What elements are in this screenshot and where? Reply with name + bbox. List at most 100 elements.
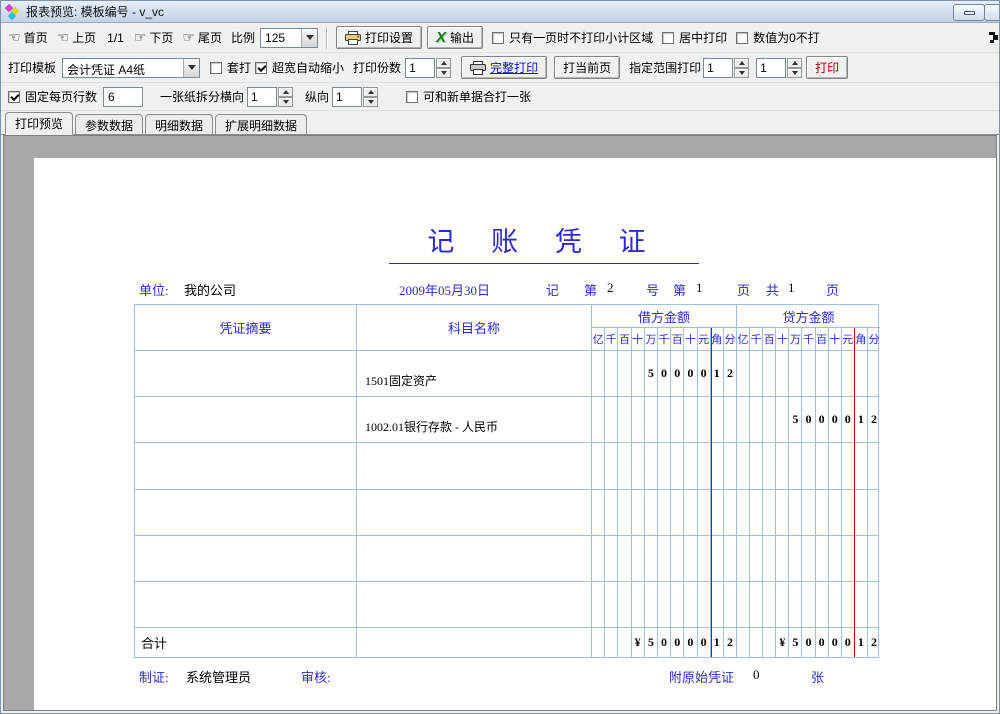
debit-digits-row-5 <box>592 582 737 627</box>
range-from-stepper[interactable] <box>703 58 749 78</box>
spin-up-icon[interactable] <box>787 58 802 68</box>
chevron-down-icon[interactable] <box>183 59 199 77</box>
spin-down-icon[interactable] <box>363 97 378 107</box>
digit-cell <box>592 351 605 396</box>
digit-cell <box>789 351 802 396</box>
split-v-stepper[interactable] <box>332 87 378 107</box>
export-button[interactable]: X 输出 <box>427 26 483 49</box>
range-from-input[interactable] <box>703 58 733 78</box>
full-print-button[interactable]: 完整打印 <box>461 56 547 79</box>
checkbox-combine-print[interactable]: 可和新单据合打一张 <box>406 88 531 105</box>
total-credit-digit <box>750 628 763 657</box>
digit-cell: 0 <box>802 397 815 442</box>
checkbox-autoshrink[interactable]: 超宽自动缩小 <box>255 59 344 76</box>
tab-2-明细数据[interactable]: 明细数据 <box>145 114 213 134</box>
digit-cell <box>816 582 829 627</box>
total-credit-digit: 0 <box>816 628 829 657</box>
last-page-button[interactable]: ☞ 尾页 <box>182 29 222 46</box>
debit-unit-元: 元 <box>698 328 711 350</box>
summary-cell <box>135 536 357 581</box>
digit-cell: 1 <box>855 397 868 442</box>
digit-cell <box>645 443 658 488</box>
toolbar-print: 打印模板 会计凭证 A4纸 套打 超宽自动缩小 打印份数 完整打印 打当前页 指… <box>1 53 999 83</box>
spin-down-icon[interactable] <box>787 68 802 78</box>
voucher-info-line: 单位: 我的公司 2009年05月30日 记 第 2 号 第 1 页 共 1 页 <box>34 280 997 298</box>
prev-page-button[interactable]: ☜ 上页 <box>57 29 97 46</box>
digit-cell <box>605 351 618 396</box>
spin-down-icon[interactable] <box>734 68 749 78</box>
digit-cell <box>855 536 868 581</box>
split-h-stepper[interactable] <box>247 87 293 107</box>
spin-up-icon[interactable] <box>363 87 378 97</box>
range-to-input[interactable] <box>756 58 786 78</box>
total-pages: 1 <box>788 280 795 296</box>
digit-cell <box>618 351 631 396</box>
digit-cell <box>842 536 855 581</box>
checkbox-zero-skip[interactable]: 数值为0不打 <box>736 29 820 46</box>
first-page-button[interactable]: ☜ 首页 <box>8 29 48 46</box>
credit-unit-百: 百 <box>816 328 829 350</box>
checkbox-no-subtotal[interactable]: 只有一页时不打印小计区域 <box>492 29 653 46</box>
digit-cell <box>698 490 711 535</box>
digit-cell <box>592 490 605 535</box>
checkbox-fixed-rows[interactable]: 固定每页行数 <box>8 88 97 105</box>
total-debit-digit <box>618 628 631 657</box>
digit-cell <box>671 443 684 488</box>
account-cell: 1501固定资产 <box>357 351 592 396</box>
digit-cell <box>592 397 605 442</box>
split-v-input[interactable] <box>332 87 362 107</box>
digit-cell <box>711 397 724 442</box>
chevron-down-icon[interactable] <box>301 29 317 47</box>
fixed-rows-input[interactable] <box>103 87 143 107</box>
next-page-button[interactable]: ☞ 下页 <box>134 29 174 46</box>
checkbox-center-print[interactable]: 居中打印 <box>662 29 727 46</box>
digit-cell <box>605 490 618 535</box>
digit-cell <box>645 582 658 627</box>
tab-0-打印预览[interactable]: 打印预览 <box>5 112 73 135</box>
attach-count: 0 <box>753 667 760 683</box>
checkbox-overlay-print[interactable]: 套打 <box>210 59 251 76</box>
minimize-button[interactable] <box>953 4 985 21</box>
spin-up-icon[interactable] <box>278 87 293 97</box>
voucher-date: 2009年05月30日 <box>399 280 490 299</box>
digit-cell <box>750 351 763 396</box>
page-word: 页 <box>737 280 750 299</box>
spin-up-icon[interactable] <box>436 58 451 68</box>
voucher-title: 记 账 凭 证 <box>389 220 699 264</box>
digit-cell <box>789 582 802 627</box>
spin-down-icon[interactable] <box>278 97 293 107</box>
copies-stepper[interactable] <box>405 58 451 78</box>
digit-cell <box>855 443 868 488</box>
digit-cell: 0 <box>684 351 697 396</box>
tab-1-参数数据[interactable]: 参数数据 <box>75 114 143 134</box>
tab-3-扩展明细数据[interactable]: 扩展明细数据 <box>215 114 307 134</box>
debit-digits-row-0: 5000012 <box>592 351 737 396</box>
total-debit-digit: 5 <box>645 628 658 657</box>
print-setup-button[interactable]: 打印设置 <box>336 26 422 49</box>
maximize-button-clipped[interactable] <box>984 4 1000 21</box>
credit-unit-十: 十 <box>829 328 842 350</box>
copies-input[interactable] <box>405 58 435 78</box>
spin-up-icon[interactable] <box>734 58 749 68</box>
split-h-input[interactable] <box>247 87 277 107</box>
page-indicator: 1/1 <box>107 31 124 45</box>
digit-cell <box>737 397 750 442</box>
digit-cell <box>763 443 776 488</box>
print-button[interactable]: 打印 <box>806 56 848 79</box>
maker-label: 制证: <box>139 667 169 686</box>
debit-unit-十: 十 <box>684 328 697 350</box>
debit-unit-亿: 亿 <box>592 328 605 350</box>
digit-cell <box>776 582 789 627</box>
voucher-footer: 制证: 系统管理员 审核: 附原始凭证 0 张 <box>34 667 997 685</box>
checkbox-icon <box>662 32 674 44</box>
digit-cell <box>618 490 631 535</box>
range-to-stepper[interactable] <box>756 58 802 78</box>
spin-down-icon[interactable] <box>436 68 451 78</box>
digit-cell <box>671 536 684 581</box>
template-combobox[interactable]: 会计凭证 A4纸 <box>62 58 200 78</box>
print-current-page-button[interactable]: 打当前页 <box>554 56 620 79</box>
digit-cell <box>842 582 855 627</box>
scale-combobox[interactable]: 125 <box>260 28 318 48</box>
digit-cell <box>763 490 776 535</box>
credit-unit-千: 千 <box>750 328 763 350</box>
